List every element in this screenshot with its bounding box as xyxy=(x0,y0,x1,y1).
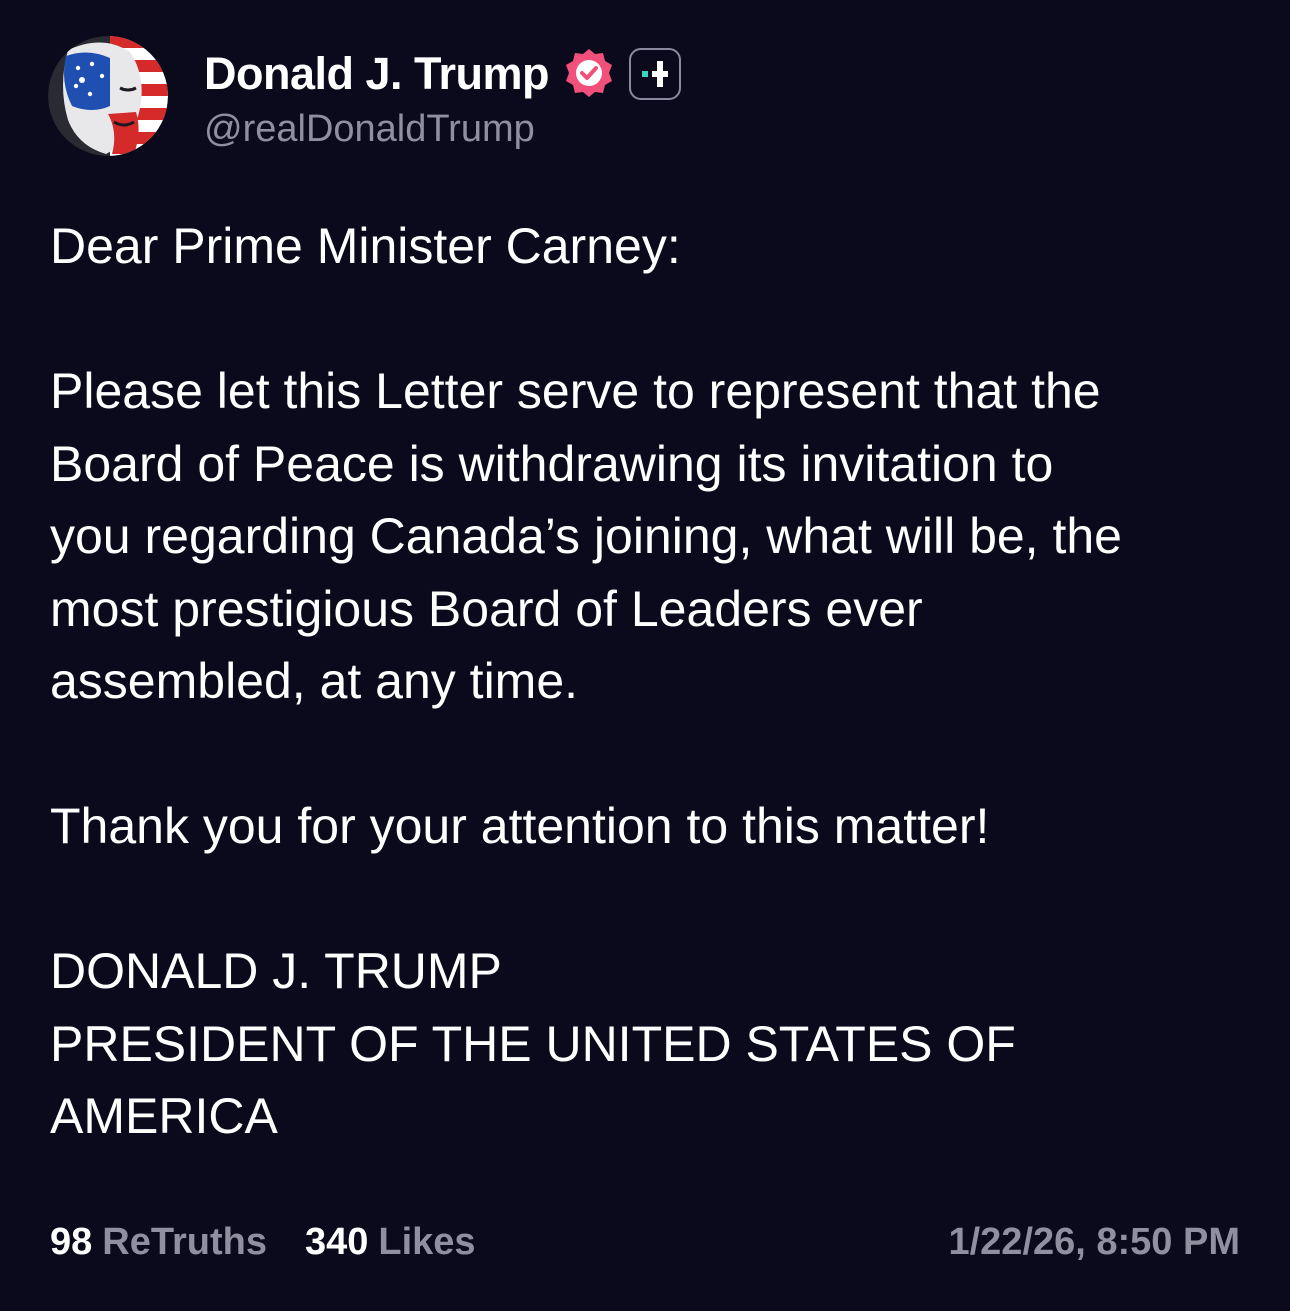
verified-badge-icon xyxy=(566,49,613,97)
author-handle[interactable]: @realDonaldTrump xyxy=(204,108,535,151)
post-timestamp[interactable]: 1/22/26, 8:50 PM xyxy=(948,1221,1240,1264)
post-line: AMERICA xyxy=(50,1088,278,1144)
post-line: Please let this Letter serve to represen… xyxy=(50,363,1101,419)
post-line: you regarding Canada’s joining, what wil… xyxy=(50,508,1122,564)
retruths-label: ReTruths xyxy=(102,1220,267,1263)
likes-stat[interactable]: 340 Likes xyxy=(305,1221,476,1264)
display-name[interactable]: Donald J. Trump xyxy=(204,48,550,100)
plus-badge-icon xyxy=(629,48,682,100)
post-footer: 98 ReTruths 340 Likes 1/22/26, 8:50 PM xyxy=(50,1214,1240,1270)
post-body: Dear Prime Minister Carney: Please let t… xyxy=(50,210,1250,1153)
post-line: Board of Peace is withdrawing its invita… xyxy=(50,435,1054,492)
post-line-break xyxy=(50,718,1250,791)
likes-label: Likes xyxy=(378,1220,476,1263)
post-line: Dear Prime Minister Carney: xyxy=(50,218,681,274)
likes-count: 340 xyxy=(304,1220,369,1263)
post-line: most prestigious Board of Leaders ever xyxy=(50,580,923,637)
author-name-row: Donald J. Trump xyxy=(204,44,682,104)
retruths-stat[interactable]: 98 ReTruths xyxy=(50,1221,267,1264)
avatar[interactable] xyxy=(48,36,168,156)
post-line: PRESIDENT OF THE UNITED STATES OF xyxy=(50,1015,1016,1072)
retruths-count: 98 xyxy=(50,1220,93,1263)
post-line: Thank you for your attention to this mat… xyxy=(50,798,990,854)
post-line-break xyxy=(50,863,1250,936)
avatar-image xyxy=(48,36,168,156)
post-card: Donald J. Trump @realDonaldTrump Dear Pr… xyxy=(0,0,1290,1311)
post-line: assembled, at any time. xyxy=(50,653,579,709)
post-line: DONALD J. TRUMP xyxy=(50,943,502,999)
post-line-break xyxy=(50,283,1250,356)
